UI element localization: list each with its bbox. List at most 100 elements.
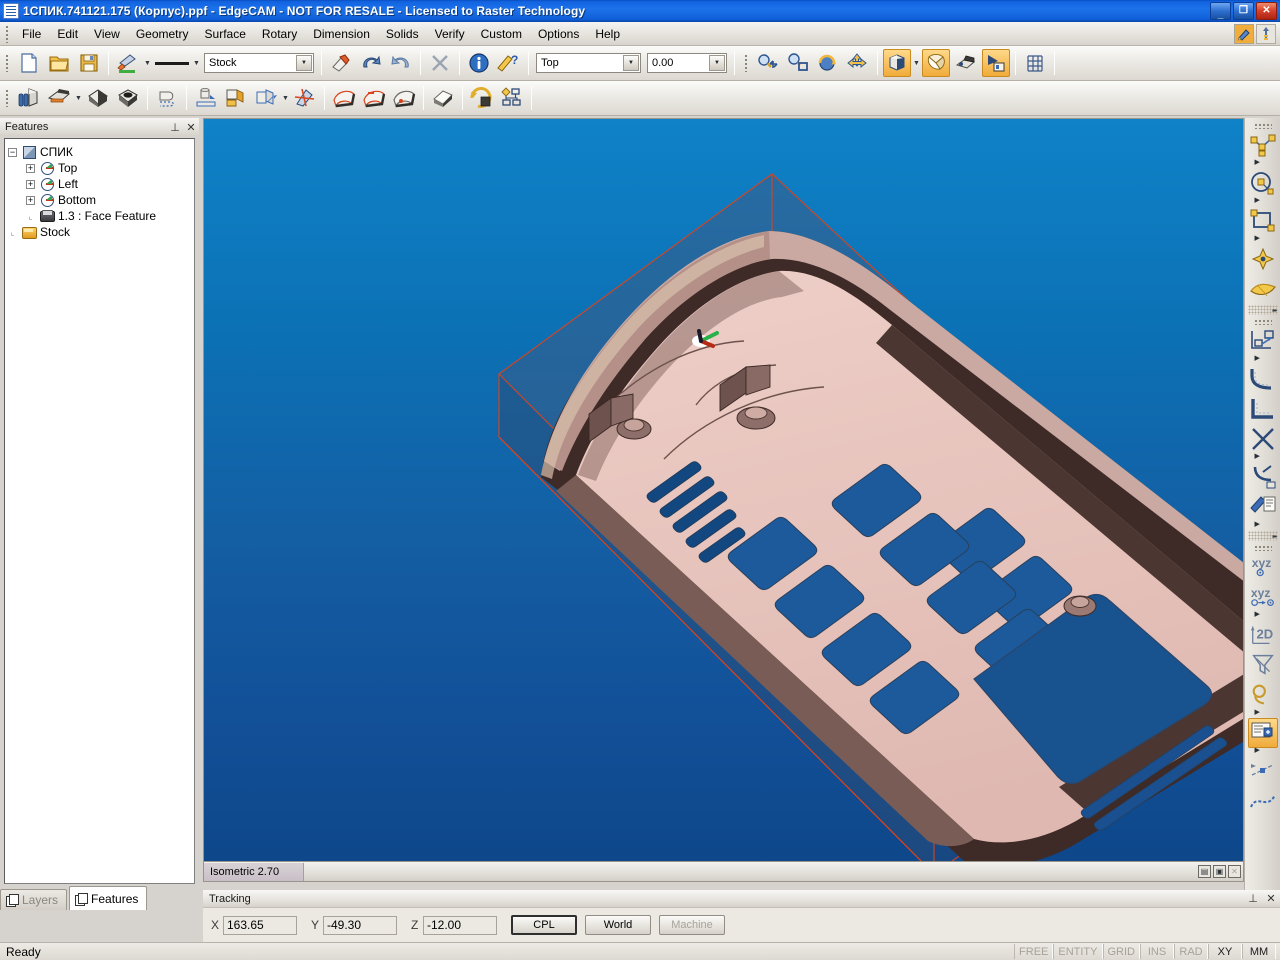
layers-manager-icon[interactable]: [1247, 718, 1278, 748]
right-toolbar-grip-3[interactable]: [1253, 544, 1272, 551]
layers-manager-flyout-arrow-icon[interactable]: ▶: [1248, 747, 1278, 756]
tree-expander[interactable]: +: [26, 163, 35, 173]
menu-view[interactable]: View: [86, 24, 128, 44]
solid-profile-icon[interactable]: [153, 84, 181, 112]
feature-tree-icon[interactable]: [498, 84, 526, 112]
close-icon[interactable]: ✕: [183, 119, 199, 135]
menu-custom[interactable]: Custom: [473, 24, 530, 44]
solid-face-a-icon[interactable]: [330, 84, 358, 112]
surface-icon[interactable]: [1248, 274, 1278, 304]
tree-node-stock[interactable]: ⌞ Stock: [8, 224, 191, 240]
menu-edit[interactable]: Edit: [49, 24, 86, 44]
status-free[interactable]: FREE: [1014, 944, 1054, 959]
solid-feature-dropdown-arrow-icon[interactable]: ▼: [74, 84, 83, 112]
xyz-move-origin-icon[interactable]: xyz: [1248, 582, 1278, 612]
restore-down-icon[interactable]: ▤: [1198, 865, 1211, 878]
zoom-dynamic-icon[interactable]: [754, 49, 782, 77]
tree-node-bottom[interactable]: + Bottom: [8, 192, 191, 208]
datum-icon[interactable]: [1248, 756, 1278, 786]
move-copy-flyout-arrow-icon[interactable]: ▶: [1248, 355, 1278, 364]
color-picker-icon[interactable]: [114, 49, 142, 77]
solid-face-d-icon[interactable]: [429, 84, 457, 112]
xyz-move-flyout-arrow-icon[interactable]: ▶: [1248, 611, 1278, 620]
menu-help[interactable]: Help: [587, 24, 628, 44]
restore-button[interactable]: ❐: [1233, 2, 1254, 20]
menu-solids[interactable]: Solids: [378, 24, 427, 44]
solid-pocket-icon[interactable]: [114, 84, 142, 112]
pin-icon[interactable]: ⊥: [167, 119, 183, 135]
break-icon[interactable]: [1248, 462, 1278, 492]
solid-face-b-icon[interactable]: [360, 84, 388, 112]
layer-combo-arrow-icon[interactable]: ▼: [296, 55, 312, 71]
menu-geometry[interactable]: Geometry: [128, 24, 197, 44]
point-icon[interactable]: [1248, 244, 1278, 274]
cpl-2d-icon[interactable]: 2D: [1248, 620, 1278, 650]
viewport-view-label[interactable]: Isometric 2.70: [204, 862, 304, 881]
save-file-icon[interactable]: [75, 49, 103, 77]
magnifier-icon[interactable]: [1248, 680, 1278, 710]
solid-rotate-icon[interactable]: [468, 84, 496, 112]
solid-shell-icon[interactable]: [84, 84, 112, 112]
move-copy-icon[interactable]: [1248, 326, 1278, 356]
render-view-icon[interactable]: [952, 49, 980, 77]
polyline-flyout-arrow-icon[interactable]: ▶: [1248, 159, 1278, 168]
main-toolbar-grip[interactable]: [3, 54, 11, 72]
text-note-flyout-arrow-icon[interactable]: ▶: [1248, 521, 1278, 530]
solid-face-c-icon[interactable]: [390, 84, 418, 112]
depth-combo[interactable]: 0.00 ▼: [647, 53, 727, 73]
open-file-icon[interactable]: [45, 49, 73, 77]
close-button[interactable]: ✕: [1256, 2, 1277, 20]
tree-node-left[interactable]: + Left: [8, 176, 191, 192]
fillet-icon[interactable]: [1248, 364, 1278, 394]
coordinate-x-value[interactable]: 163.65: [223, 915, 297, 935]
tracking-close-icon[interactable]: ✕: [1262, 890, 1280, 908]
rotate-dynamic-icon[interactable]: [814, 49, 842, 77]
depth-combo-arrow-icon[interactable]: ▼: [709, 55, 725, 71]
line-style-icon[interactable]: [152, 49, 192, 77]
view-toolbar-grip[interactable]: [742, 54, 750, 72]
status-grid[interactable]: GRID: [1102, 944, 1140, 959]
tree-expander[interactable]: +: [26, 195, 35, 205]
trim-icon[interactable]: [1248, 424, 1278, 454]
tree-node-top[interactable]: + Top: [8, 160, 191, 176]
circle-flyout-arrow-icon[interactable]: ▶: [1248, 197, 1278, 206]
right-toolbar-grip-2[interactable]: [1253, 318, 1272, 325]
tree-node-face-feature[interactable]: ⌞ 1.3 : Face Feature: [8, 208, 191, 224]
grid-icon[interactable]: [1021, 49, 1049, 77]
coordinate-y-value[interactable]: -49.30: [323, 915, 397, 935]
pan-icon[interactable]: [844, 49, 872, 77]
view-combo-arrow-icon[interactable]: ▼: [623, 55, 639, 71]
cpl-button[interactable]: CPL: [511, 915, 577, 935]
text-note-icon[interactable]: [1248, 492, 1278, 522]
menu-dimension[interactable]: Dimension: [305, 24, 378, 44]
status-xy[interactable]: XY: [1208, 944, 1242, 959]
eraser-icon[interactable]: [327, 49, 355, 77]
rectangle-flyout-arrow-icon[interactable]: ▶: [1248, 235, 1278, 244]
feature-tree[interactable]: − СПИК + Top + Left + Bottom ⌞ 1.3: Fac…: [4, 138, 195, 884]
solid-hole-icon[interactable]: [222, 84, 250, 112]
tracking-pin-icon[interactable]: ⊥: [1244, 890, 1262, 908]
color-dropdown-arrow-icon[interactable]: ▼: [143, 49, 152, 77]
tab-layers[interactable]: Layers: [0, 889, 68, 910]
edit-pencil-icon[interactable]: [1234, 24, 1254, 44]
shaded-view-dropdown-arrow-icon[interactable]: ▼: [912, 49, 921, 77]
circle-icon[interactable]: [1248, 168, 1278, 198]
section-view-icon[interactable]: [922, 49, 950, 77]
redo-icon[interactable]: [387, 49, 415, 77]
tab-features[interactable]: Features: [69, 886, 148, 910]
world-button[interactable]: World: [585, 915, 651, 935]
3d-viewport[interactable]: [203, 118, 1244, 862]
rectangle-icon[interactable]: [1248, 206, 1278, 236]
view-combo[interactable]: Top ▼: [536, 53, 641, 73]
machine-button[interactable]: Machine: [659, 915, 725, 935]
layer-combo[interactable]: Stock ▼: [204, 53, 314, 73]
close-view-icon[interactable]: ✕: [1228, 865, 1241, 878]
solid-transform-icon[interactable]: [252, 84, 280, 112]
new-file-icon[interactable]: [15, 49, 43, 77]
status-rad[interactable]: RAD: [1174, 944, 1208, 959]
status-entity[interactable]: ENTITY: [1053, 944, 1103, 959]
magnifier-flyout-arrow-icon[interactable]: ▶: [1248, 709, 1278, 718]
solid-extract-icon[interactable]: [15, 84, 43, 112]
zoom-window-icon[interactable]: [784, 49, 812, 77]
key-icon[interactable]: [1256, 24, 1276, 44]
